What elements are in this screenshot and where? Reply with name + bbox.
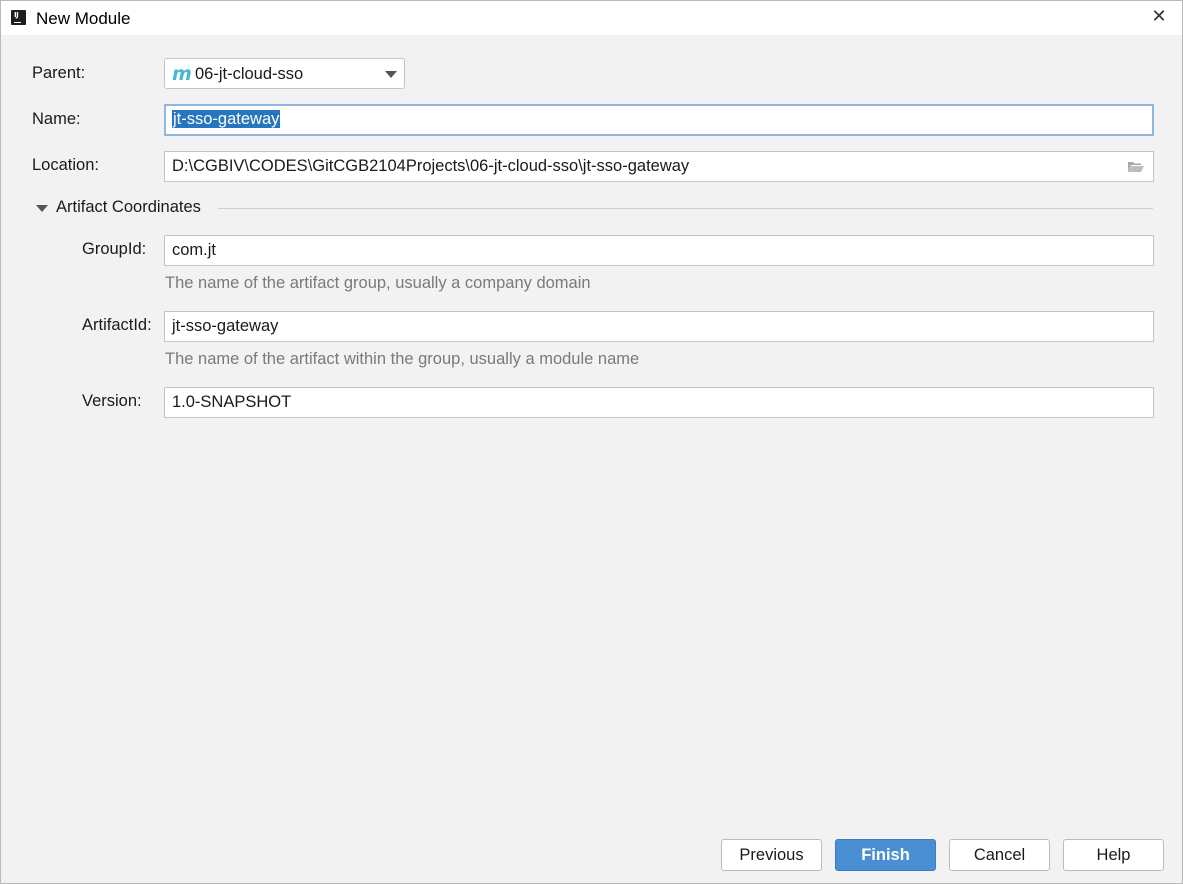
cancel-button[interactable]: Cancel [949,839,1050,871]
finish-button[interactable]: Finish [835,839,936,871]
version-input[interactable]: 1.0-SNAPSHOT [164,387,1154,418]
artifactid-label: ArtifactId: [82,316,152,334]
collapse-arrow-icon[interactable] [36,205,48,212]
previous-button[interactable]: Previous [721,839,822,871]
parent-dropdown[interactable]: m 06-jt-cloud-sso [164,58,405,89]
name-input[interactable]: jt-sso-gateway [164,104,1154,136]
title-bar: IJ New Module ✕ [1,1,1182,35]
location-value: D:\CGBIV\CODES\GitCGB2104Projects\06-jt-… [172,157,690,175]
name-value: jt-sso-gateway [172,110,281,128]
groupid-input[interactable]: com.jt [164,235,1154,266]
groupid-label: GroupId: [82,240,147,258]
version-label: Version: [82,392,142,410]
groupid-hint: The name of the artifact group, usually … [165,274,591,292]
artifactid-value: jt-sso-gateway [172,317,279,335]
section-divider [218,208,1153,209]
artifactid-input[interactable]: jt-sso-gateway [164,311,1154,342]
folder-icon[interactable] [1127,160,1145,173]
version-value: 1.0-SNAPSHOT [172,393,292,411]
parent-label: Parent: [32,64,86,82]
location-input[interactable]: D:\CGBIV\CODES\GitCGB2104Projects\06-jt-… [164,151,1154,182]
maven-module-icon: m [172,63,192,85]
artifactid-hint: The name of the artifact within the grou… [165,350,640,368]
intellij-app-icon: IJ [11,10,26,25]
name-label: Name: [32,110,81,128]
artifact-section-title[interactable]: Artifact Coordinates [56,198,201,217]
window-title: New Module [36,9,131,28]
close-icon[interactable]: ✕ [1150,5,1168,27]
location-label: Location: [32,156,99,174]
groupid-value: com.jt [172,241,217,259]
parent-value: 06-jt-cloud-sso [195,65,304,83]
new-module-dialog: IJ New Module ✕ Parent: m 06-jt-cloud-ss… [0,0,1183,884]
chevron-down-icon [385,71,397,78]
help-button[interactable]: Help [1063,839,1164,871]
